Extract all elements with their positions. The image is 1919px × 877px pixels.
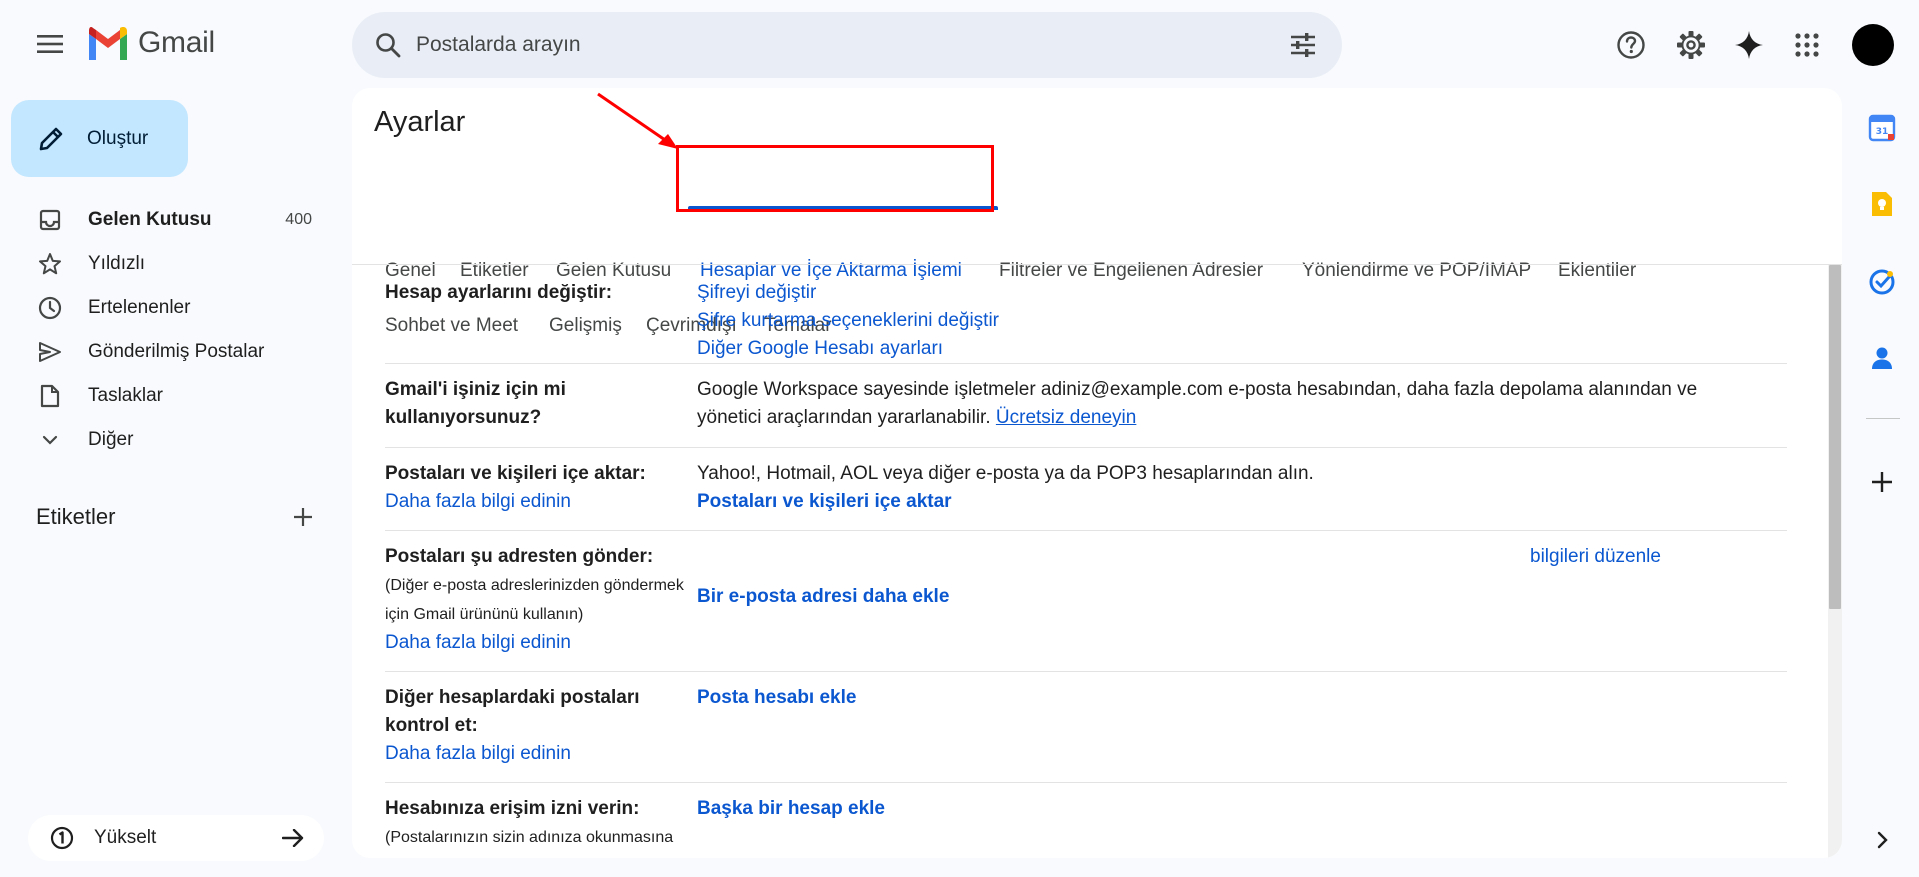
row-label-text: Hesabınıza erişim izni verin: [385,798,640,819]
change-recovery-link[interactable]: Şifre kurtarma seçeneklerini değiştir [697,307,1757,335]
inbox-count: 400 [285,211,312,228]
row-value: Şifreyi değiştir Şifre kurtarma seçenekl… [697,279,1757,363]
row-sub-text: (Diğer e-posta adreslerinizden göndermek… [385,577,684,623]
sidebar-item-label: Gelen Kutusu [88,209,212,230]
change-password-link[interactable]: Şifreyi değiştir [697,279,1757,307]
add-mail-account-link[interactable]: Posta hesabı ekle [697,684,1757,712]
arrow-right-icon [278,823,308,853]
gmail-logo[interactable]: Gmail [86,26,215,60]
scrollbar-thumb[interactable] [1829,265,1841,609]
sidebar-item-label: Taslaklar [88,385,163,406]
sidebar-nav: Gelen Kutusu 400 Yıldızlı Ertelenenler G… [0,198,340,462]
google-account-settings-link[interactable]: Diğer Google Hesabı ayarları [697,335,1757,363]
search-icon[interactable] [370,27,406,63]
page-title: Ayarlar [374,106,466,138]
help-icon[interactable] [1610,24,1652,66]
settings-row-grant-access: Hesabınıza erişim izni verin: (Postaları… [385,783,1787,858]
upgrade-button[interactable]: Yükselt [28,815,324,861]
free-trial-link[interactable]: Ücretsiz deneyin [996,407,1136,428]
chevron-down-icon [36,426,64,454]
send-icon [36,338,64,366]
draft-icon [36,382,64,410]
sidebar-item-inbox[interactable]: Gelen Kutusu 400 [0,198,340,242]
content-scrollbar[interactable] [1828,265,1842,858]
sidebar-item-snoozed[interactable]: Ertelenenler [0,286,340,330]
settings-row-import: Postaları ve kişileri içe aktar: Daha fa… [385,448,1787,531]
apps-grid-icon[interactable] [1786,24,1828,66]
tasks-icon[interactable] [1862,262,1902,302]
upgrade-badge-icon [48,824,76,852]
main-menu-button[interactable] [28,22,72,66]
settings-panel: Ayarlar Genel Etiketler Gelen Kutusu Hes… [352,88,1842,858]
settings-row-check-mail: Diğer hesaplardaki postaları kontrol et:… [385,672,1787,783]
labels-title: Etiketler [36,504,116,529]
row-value: Bir e-posta adresi daha ekle [697,583,1757,611]
settings-row-account: Hesap ayarlarını değiştir: Şifreyi değiş… [385,265,1787,364]
search-options-icon[interactable] [1286,28,1320,62]
hamburger-icon [37,35,63,53]
calendar-icon[interactable]: 31 [1862,108,1902,148]
row-label: Diğer hesaplardaki postaları kontrol et:… [385,684,685,768]
settings-row-send-as: Postaları şu adresten gönder: (Diğer e-p… [385,531,1787,672]
add-another-account-link[interactable]: Başka bir hesap ekle [697,795,1757,823]
settings-content: Hesap ayarlarını değiştir: Şifreyi değiş… [352,265,1828,858]
row-label-text: Postaları şu adresten gönder: [385,546,654,567]
contacts-icon[interactable] [1862,338,1902,378]
learn-more-link[interactable]: Daha fazla bilgi edinin [385,488,685,516]
add-addon-plus-icon[interactable] [1862,462,1902,502]
search-input[interactable] [416,33,1256,57]
row-label-text: Diğer hesaplardaki postaları kontrol et: [385,687,640,736]
learn-more-link[interactable]: Daha fazla bilgi edinin [385,629,685,657]
import-text: Yahoo!, Hotmail, AOL veya diğer e-posta … [697,463,1314,484]
top-bar: Gmail [0,0,1919,90]
row-value: Posta hesabı ekle [697,684,1757,712]
inbox-icon [36,206,64,234]
row-label: Postaları ve kişileri içe aktar: Daha fa… [385,460,685,516]
sidebar-item-label: Gönderilmiş Postalar [88,341,265,362]
row-value: Yahoo!, Hotmail, AOL veya diğer e-posta … [697,460,1757,516]
gemini-sparkle-icon[interactable] [1728,24,1770,66]
expand-panel-chevron-icon[interactable] [1862,820,1902,860]
row-label: Gmail'i işiniz için mi kullanıyorsunuz? [385,379,566,428]
add-email-address-link[interactable]: Bir e-posta adresi daha ekle [697,583,1757,611]
compose-button[interactable]: Oluştur [11,100,188,177]
learn-more-link[interactable]: Daha fazla bilgi edinin [385,740,685,768]
clock-icon [36,294,64,322]
row-value: Başka bir hesap ekle [697,795,1757,823]
add-label-plus-icon[interactable] [286,500,320,534]
sidebar-item-label: Diğer [88,429,134,450]
gmail-m-icon [89,27,127,60]
search-bar[interactable] [352,12,1342,78]
annotation-highlight-box [676,145,994,212]
keep-icon[interactable] [1862,184,1902,224]
row-label: Hesabınıza erişim izni verin: (Postaları… [385,795,705,852]
compose-label: Oluştur [87,127,149,149]
sidebar-item-label: Yıldızlı [88,253,146,274]
row-sub-text: (Postalarınızın sizin adınıza okunmasına [385,829,674,846]
sidebar-item-label: Ertelenenler [88,297,191,318]
svg-text:31: 31 [1876,127,1889,137]
star-icon [36,250,64,278]
rail-divider [1866,418,1900,419]
sidebar-item-drafts[interactable]: Taslaklar [0,374,340,418]
import-mail-contacts-link[interactable]: Postaları ve kişileri içe aktar [697,488,1757,516]
row-label: Postaları şu adresten gönder: (Diğer e-p… [385,543,685,657]
row-label: Hesap ayarlarını değiştir: [385,282,613,303]
workspace-text: Google Workspace sayesinde işletmeler ad… [697,379,1698,428]
row-label-text: Postaları ve kişileri içe aktar: [385,463,646,484]
pencil-icon [35,123,67,155]
app-name: Gmail [138,26,215,59]
settings-row-workspace: Gmail'i işiniz için mi kullanıyorsunuz? … [385,364,1787,448]
sidebar-item-starred[interactable]: Yıldızlı [0,242,340,286]
upgrade-label: Yükselt [94,827,157,848]
labels-header: Etiketler [36,500,320,534]
row-value: Google Workspace sayesinde işletmeler ad… [697,376,1757,432]
sidebar-item-more[interactable]: Diğer [0,418,340,462]
settings-gear-icon[interactable] [1670,24,1712,66]
edit-info-link[interactable]: bilgileri düzenle [1530,543,1661,571]
account-avatar[interactable] [1852,24,1894,66]
sidebar-item-sent[interactable]: Gönderilmiş Postalar [0,330,340,374]
